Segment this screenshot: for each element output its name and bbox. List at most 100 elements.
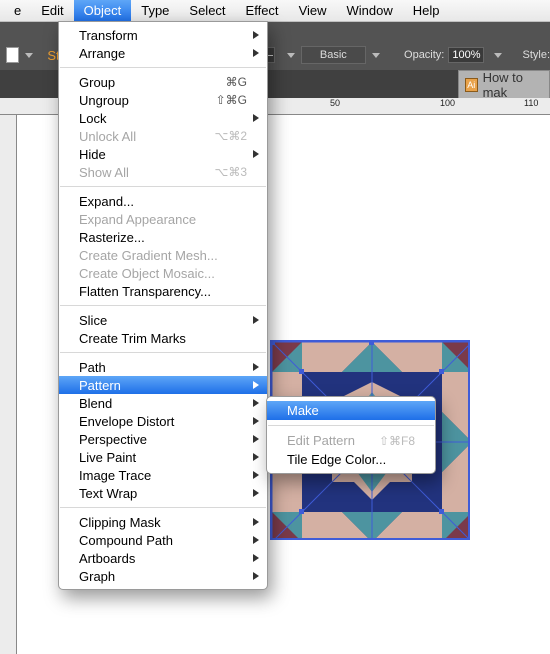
submenu-arrow-icon [253, 518, 259, 526]
menu-item-label: Create Object Mosaic... [79, 266, 215, 281]
menubar-item-effect[interactable]: Effect [236, 0, 289, 22]
menu-separator [60, 507, 266, 508]
ruler-tick-label: 110 [524, 98, 538, 108]
submenu-arrow-icon [253, 417, 259, 425]
submenu-arrow-icon [253, 150, 259, 158]
menu-item-shortcut: ⌘G [226, 75, 247, 89]
ruler-tick-label: 100 [440, 98, 455, 108]
menubar-item-file[interactable]: e [4, 0, 31, 22]
document-tab[interactable]: Ai How to mak [458, 70, 550, 98]
fill-swatch[interactable] [6, 47, 19, 63]
dropdown-arrow-icon[interactable] [25, 53, 33, 58]
menubar-item-edit[interactable]: Edit [31, 0, 73, 22]
menu-item-label: Text Wrap [79, 486, 137, 501]
object-menu-item[interactable]: Compound Path [59, 531, 267, 549]
object-menu-item[interactable]: Flatten Transparency... [59, 282, 267, 300]
submenu-arrow-icon [253, 572, 259, 580]
menu-item-label: Arrange [79, 46, 125, 61]
menu-item-label: Transform [79, 28, 138, 43]
opacity-label: Opacity: [404, 49, 444, 61]
menubar-item-help[interactable]: Help [403, 0, 450, 22]
menu-item-label: Expand... [79, 194, 134, 209]
object-menu: Transform Arrange Group⌘G Ungroup ⇧⌘G Lock Unl… [58, 21, 268, 590]
menubar-item-window[interactable]: Window [337, 0, 403, 22]
menu-item-label: Artboards [79, 551, 135, 566]
submenu-arrow-icon [253, 471, 259, 479]
submenu-arrow-icon [253, 49, 259, 57]
object-menu-item[interactable]: Lock [59, 109, 267, 127]
menu-item-label: Image Trace [79, 468, 151, 483]
menubar-item-view[interactable]: View [289, 0, 337, 22]
object-menu-item[interactable]: Clipping Mask [59, 513, 267, 531]
menu-separator [268, 425, 434, 426]
object-menu-item[interactable]: Text Wrap [59, 484, 267, 502]
pattern-submenu-item[interactable]: Tile Edge Color... [267, 450, 435, 469]
document-tab-title: How to mak [483, 70, 543, 100]
brush-definition[interactable]: Basic [301, 46, 366, 64]
style-label: Style: [522, 49, 550, 61]
menu-item-label: Slice [79, 313, 107, 328]
menu-item-label: Expand Appearance [79, 212, 196, 227]
menu-item-label: Rasterize... [79, 230, 145, 245]
menu-item-label: Path [79, 360, 106, 375]
object-menu-item[interactable]: Blend [59, 394, 267, 412]
opacity-field[interactable]: 100% [448, 47, 484, 63]
object-menu-item[interactable]: Slice [59, 311, 267, 329]
menu-item-label: Edit Pattern [287, 433, 355, 448]
object-menu-item[interactable]: Pattern [59, 376, 267, 394]
object-menu-item[interactable]: Envelope Distort [59, 412, 267, 430]
submenu-arrow-icon [253, 489, 259, 497]
object-menu-item[interactable]: Expand... [59, 192, 267, 210]
menu-item-label: Lock [79, 111, 106, 126]
menu-separator [60, 186, 266, 187]
object-menu-item: Expand Appearance [59, 210, 267, 228]
pattern-submenu-item[interactable]: Make [267, 401, 435, 420]
menu-separator [60, 67, 266, 68]
menubar-item-object[interactable]: Object [74, 0, 132, 22]
object-menu-item: Create Object Mosaic... [59, 264, 267, 282]
object-menu-item[interactable]: Rasterize... [59, 228, 267, 246]
menu-item-label: Show All [79, 165, 129, 180]
menu-item-label: Clipping Mask [79, 515, 161, 530]
object-menu-item[interactable]: Artboards [59, 549, 267, 567]
menu-item-label: Graph [79, 569, 115, 584]
menubar-item-type[interactable]: Type [131, 0, 179, 22]
object-menu-item[interactable]: Hide [59, 145, 267, 163]
object-menu-item[interactable]: Ungroup ⇧⌘G [59, 91, 267, 109]
menu-separator [60, 305, 266, 306]
object-menu-item[interactable]: Create Trim Marks [59, 329, 267, 347]
submenu-arrow-icon [253, 363, 259, 371]
object-menu-item[interactable]: Transform [59, 26, 267, 44]
object-menu-item: Create Gradient Mesh... [59, 246, 267, 264]
submenu-arrow-icon [253, 31, 259, 39]
object-menu-item[interactable]: Path [59, 358, 267, 376]
submenu-arrow-icon [253, 381, 259, 389]
object-menu-item[interactable]: Live Paint [59, 448, 267, 466]
object-menu-item[interactable]: Arrange [59, 44, 267, 62]
menu-item-label: Envelope Distort [79, 414, 174, 429]
menubar-item-select[interactable]: Select [179, 0, 235, 22]
dropdown-arrow-icon[interactable] [287, 53, 295, 58]
dropdown-arrow-icon[interactable] [494, 53, 502, 58]
menu-item-label: Unlock All [79, 129, 136, 144]
object-menu-item[interactable]: Perspective [59, 430, 267, 448]
menu-item-shortcut: ⇧⌘F8 [379, 434, 415, 448]
menu-item-shortcut: ⇧⌘G [216, 93, 247, 107]
menubar: e Edit Object Type Select Effect View Wi… [0, 0, 550, 22]
menu-item-label: Tile Edge Color... [287, 452, 386, 467]
submenu-arrow-icon [253, 316, 259, 324]
vertical-ruler [0, 115, 17, 654]
object-menu-item[interactable]: Graph [59, 567, 267, 585]
menu-item-label: Live Paint [79, 450, 136, 465]
ruler-tick-label: 50 [330, 98, 340, 108]
object-menu-item[interactable]: Image Trace [59, 466, 267, 484]
dropdown-arrow-icon[interactable] [372, 53, 380, 58]
menu-item-label: Ungroup [79, 93, 129, 108]
menu-item-label: Compound Path [79, 533, 173, 548]
menu-item-shortcut: ⌥⌘2 [214, 129, 247, 143]
pattern-submenu: Make Edit Pattern ⇧⌘F8 Tile Edge Color... [266, 396, 436, 474]
menu-item-label: Make [287, 403, 319, 418]
menu-item-label: Create Gradient Mesh... [79, 248, 218, 263]
object-menu-item[interactable]: Group⌘G [59, 73, 267, 91]
object-menu-item: Show All⌥⌘3 [59, 163, 267, 181]
